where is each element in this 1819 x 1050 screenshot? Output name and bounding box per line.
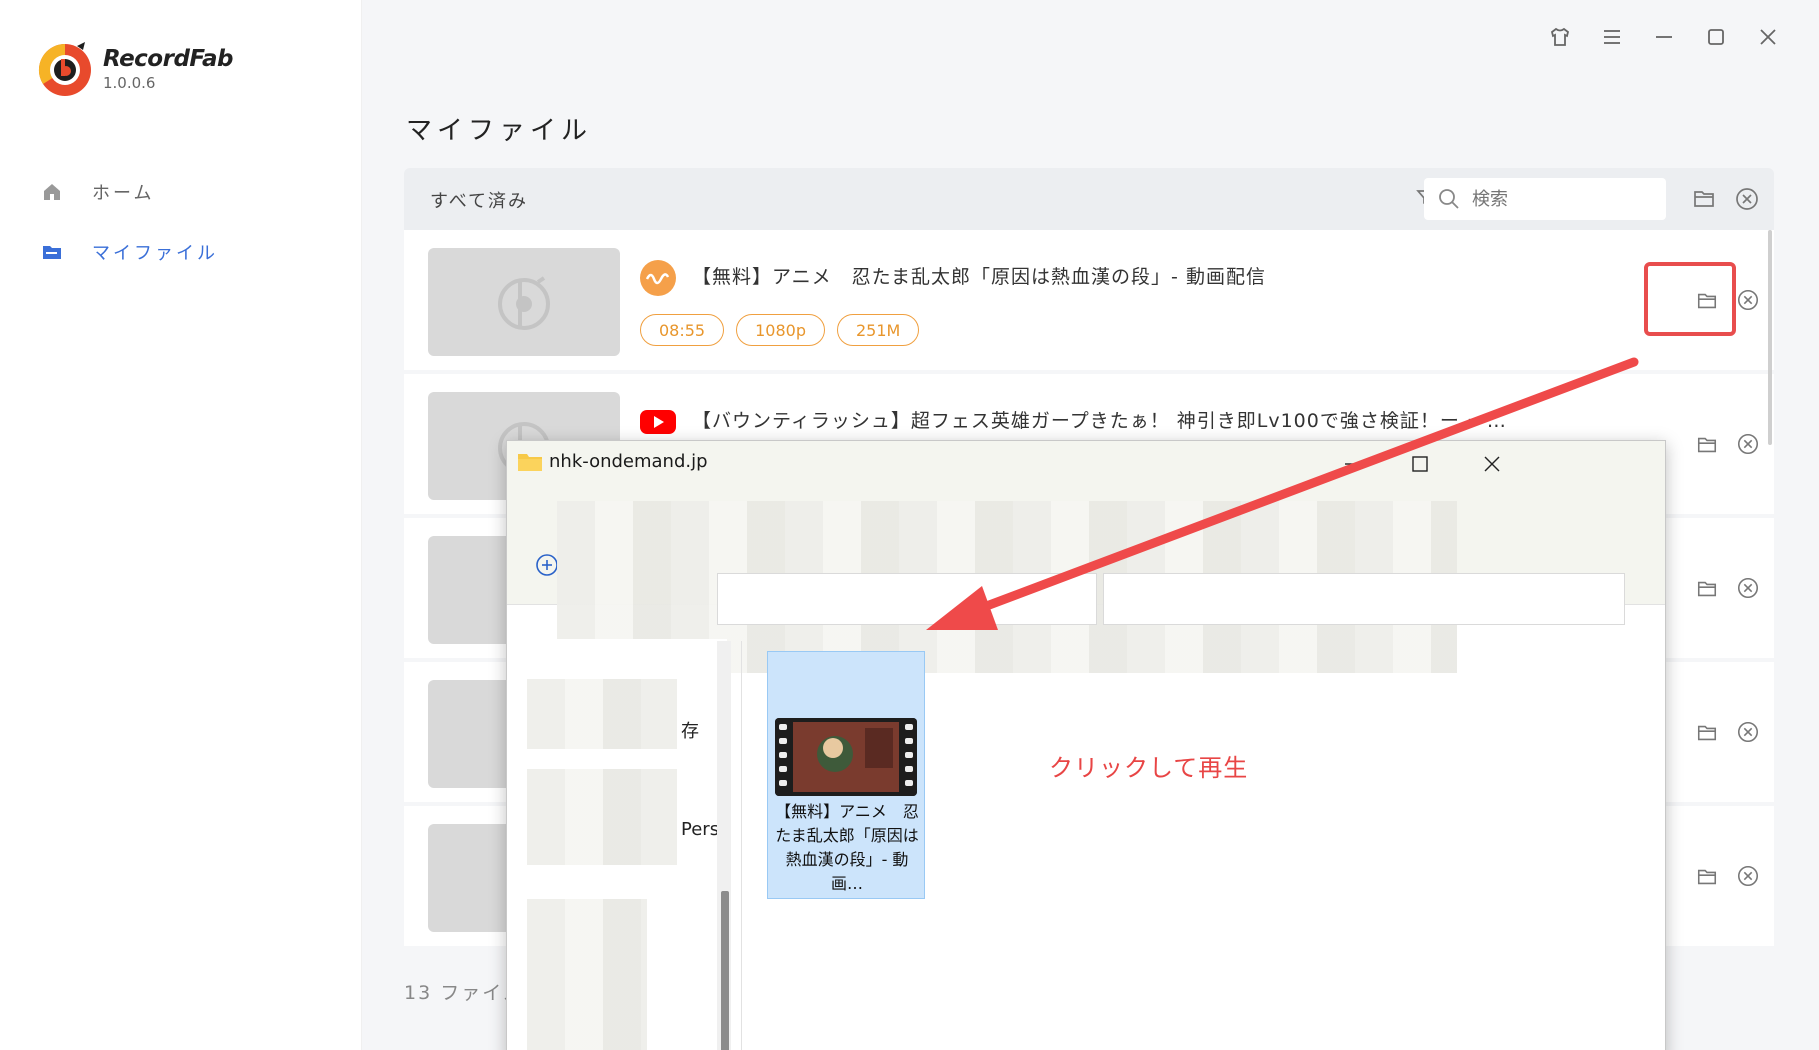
menu-icon[interactable] <box>1597 22 1627 52</box>
remove-icon[interactable] <box>1736 432 1760 456</box>
filter-bar: すべて済み <box>404 168 1774 230</box>
filter-dropdown[interactable]: すべて済み <box>430 187 528 213</box>
search-icon <box>1439 189 1459 209</box>
home-icon <box>40 180 64 204</box>
explorer-title: nhk-ondemand.jp <box>549 451 708 472</box>
open-folder-icon[interactable] <box>1696 290 1718 312</box>
size-tag: 251M <box>836 314 920 346</box>
sidebar-item-label: ホーム <box>92 183 155 204</box>
page-title: マイファイル <box>406 116 593 146</box>
nav-scrollbar-thumb[interactable] <box>721 891 729 1050</box>
remove-icon[interactable] <box>1736 288 1760 312</box>
explorer-titlebar: nhk-ondemand.jp <box>507 441 1665 485</box>
sidebar-item-home[interactable]: ホーム <box>40 162 218 222</box>
app-version: 1.0.0.6 <box>103 74 156 92</box>
nav-label-fragment[interactable]: Pers <box>681 819 719 840</box>
open-folder-icon[interactable] <box>1696 722 1718 744</box>
remove-icon[interactable] <box>1736 864 1760 888</box>
redacted-area <box>527 679 677 749</box>
file-explorer-window: nhk-ondemand.jp 存 Pers 【無料】アニメ 忍たま乱太郎「原因… <box>506 440 1666 1050</box>
nav-label-fragment[interactable]: 存 <box>681 717 699 743</box>
open-folder-icon[interactable] <box>1696 578 1718 600</box>
file-row[interactable]: 【無料】アニメ 忍たま乱太郎「原因は熱血漢の段」- 動画配信 08:55 108… <box>404 230 1774 370</box>
open-folder-icon[interactable] <box>1696 866 1718 888</box>
shirt-icon[interactable] <box>1545 22 1575 52</box>
list-scrollbar[interactable] <box>1768 230 1772 445</box>
duration-tag: 08:55 <box>640 314 725 346</box>
clear-all-icon[interactable] <box>1734 186 1760 212</box>
open-folder-icon[interactable] <box>1696 434 1718 456</box>
redacted-area <box>527 769 677 865</box>
minimize-icon[interactable] <box>1649 22 1679 52</box>
folder-icon <box>518 454 542 471</box>
sidebar-item-label: マイファイル <box>92 243 218 264</box>
sidebar: RecordFab 1.0.0.6 ホーム マイファイル <box>0 0 362 1050</box>
file-title: 【無料】アニメ 忍たま乱太郎「原因は熱血漢の段」- 動画配信 <box>692 266 1266 288</box>
remove-icon[interactable] <box>1736 720 1760 744</box>
window-controls <box>1545 22 1783 52</box>
minimize-icon[interactable] <box>1337 449 1367 479</box>
explorer-nav-pane: 存 Pers <box>507 639 727 1050</box>
orange-wave-icon <box>640 260 676 296</box>
recordfab-logo-icon <box>38 42 91 96</box>
annotation-text: クリックして再生 <box>1049 754 1249 782</box>
sidebar-item-myfiles[interactable]: マイファイル <box>40 222 218 282</box>
explorer-search-input[interactable] <box>1103 573 1625 625</box>
app-name: RecordFab <box>103 46 233 72</box>
video-file-name: 【無料】アニメ 忍たま乱太郎「原因は熱血漢の段」- 動画… <box>775 802 919 893</box>
search-box[interactable] <box>1424 178 1666 220</box>
redacted-area <box>527 899 647 1050</box>
resolution-tag: 1080p <box>736 314 825 346</box>
new-item-icon[interactable] <box>535 553 559 577</box>
close-icon[interactable] <box>1753 22 1783 52</box>
file-tags: 08:55 1080p 251M <box>640 314 920 346</box>
highlight-box <box>1644 262 1736 336</box>
folder-icon <box>40 240 64 264</box>
file-title: 【バウンティラッシュ】超フェス英雄ガープきたぁ！ 神引き即Lv100で強さ検証！… <box>692 410 1507 432</box>
youtube-icon <box>640 410 676 434</box>
search-input[interactable] <box>1472 188 1652 210</box>
maximize-icon[interactable] <box>1405 449 1435 479</box>
video-placeholder-icon <box>498 276 550 330</box>
maximize-icon[interactable] <box>1701 22 1731 52</box>
video-thumbnail <box>775 718 917 796</box>
video-thumbnail[interactable] <box>428 248 620 356</box>
address-bar[interactable] <box>717 573 1097 625</box>
sidebar-nav: ホーム マイファイル <box>40 162 218 282</box>
close-icon[interactable] <box>1477 449 1507 479</box>
video-file-item[interactable]: 【無料】アニメ 忍たま乱太郎「原因は熱血漢の段」- 動画… <box>767 651 925 899</box>
remove-icon[interactable] <box>1736 576 1760 600</box>
film-strip-icon <box>775 718 917 796</box>
app-logo: RecordFab 1.0.0.6 <box>37 40 233 98</box>
open-folder-icon[interactable] <box>1692 187 1716 211</box>
pane-divider <box>741 641 742 1050</box>
